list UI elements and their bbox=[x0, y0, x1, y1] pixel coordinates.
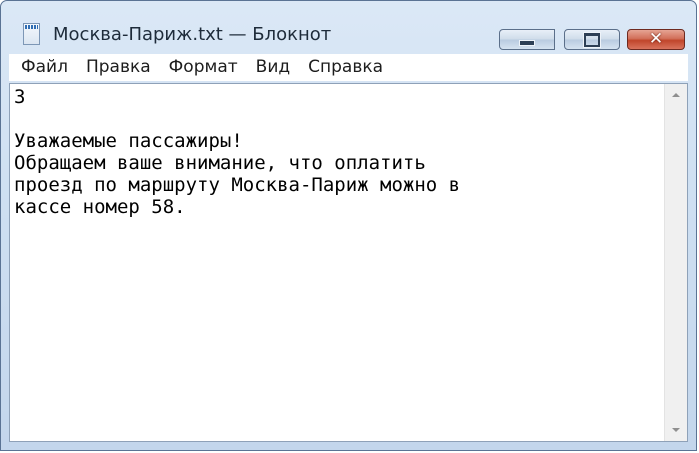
maximize-icon bbox=[565, 30, 619, 49]
window-title: Москва-Париж.txt — Блокнот bbox=[53, 24, 332, 45]
scroll-down-button[interactable] bbox=[665, 419, 687, 441]
close-button[interactable]: ✕ bbox=[627, 29, 685, 50]
menu-format[interactable]: Формат bbox=[161, 54, 246, 81]
editor-text[interactable]: 3 Уважаемые пассажиры! Обращаем ваше вни… bbox=[14, 86, 663, 441]
menu-help[interactable]: Справка bbox=[300, 54, 391, 81]
minimize-icon bbox=[500, 30, 554, 49]
notepad-window: Москва-Париж.txt — Блокнот ✕ Файл Правка… bbox=[0, 0, 697, 451]
menu-bar: Файл Правка Формат Вид Справка bbox=[9, 54, 688, 81]
scroll-up-button[interactable] bbox=[665, 84, 687, 106]
arrow-up-icon bbox=[672, 93, 680, 97]
menu-view[interactable]: Вид bbox=[248, 54, 298, 81]
menu-edit[interactable]: Правка bbox=[78, 54, 159, 81]
menu-file[interactable]: Файл bbox=[13, 54, 76, 81]
title-bar[interactable]: Москва-Париж.txt — Блокнот ✕ bbox=[1, 1, 696, 51]
notepad-icon[interactable] bbox=[23, 23, 40, 45]
vertical-scrollbar[interactable] bbox=[664, 84, 687, 441]
text-editor[interactable]: 3 Уважаемые пассажиры! Обращаем ваше вни… bbox=[9, 83, 688, 442]
arrow-down-icon bbox=[672, 428, 680, 432]
maximize-button[interactable] bbox=[564, 29, 620, 50]
close-icon: ✕ bbox=[648, 29, 664, 49]
minimize-button[interactable] bbox=[499, 29, 555, 50]
